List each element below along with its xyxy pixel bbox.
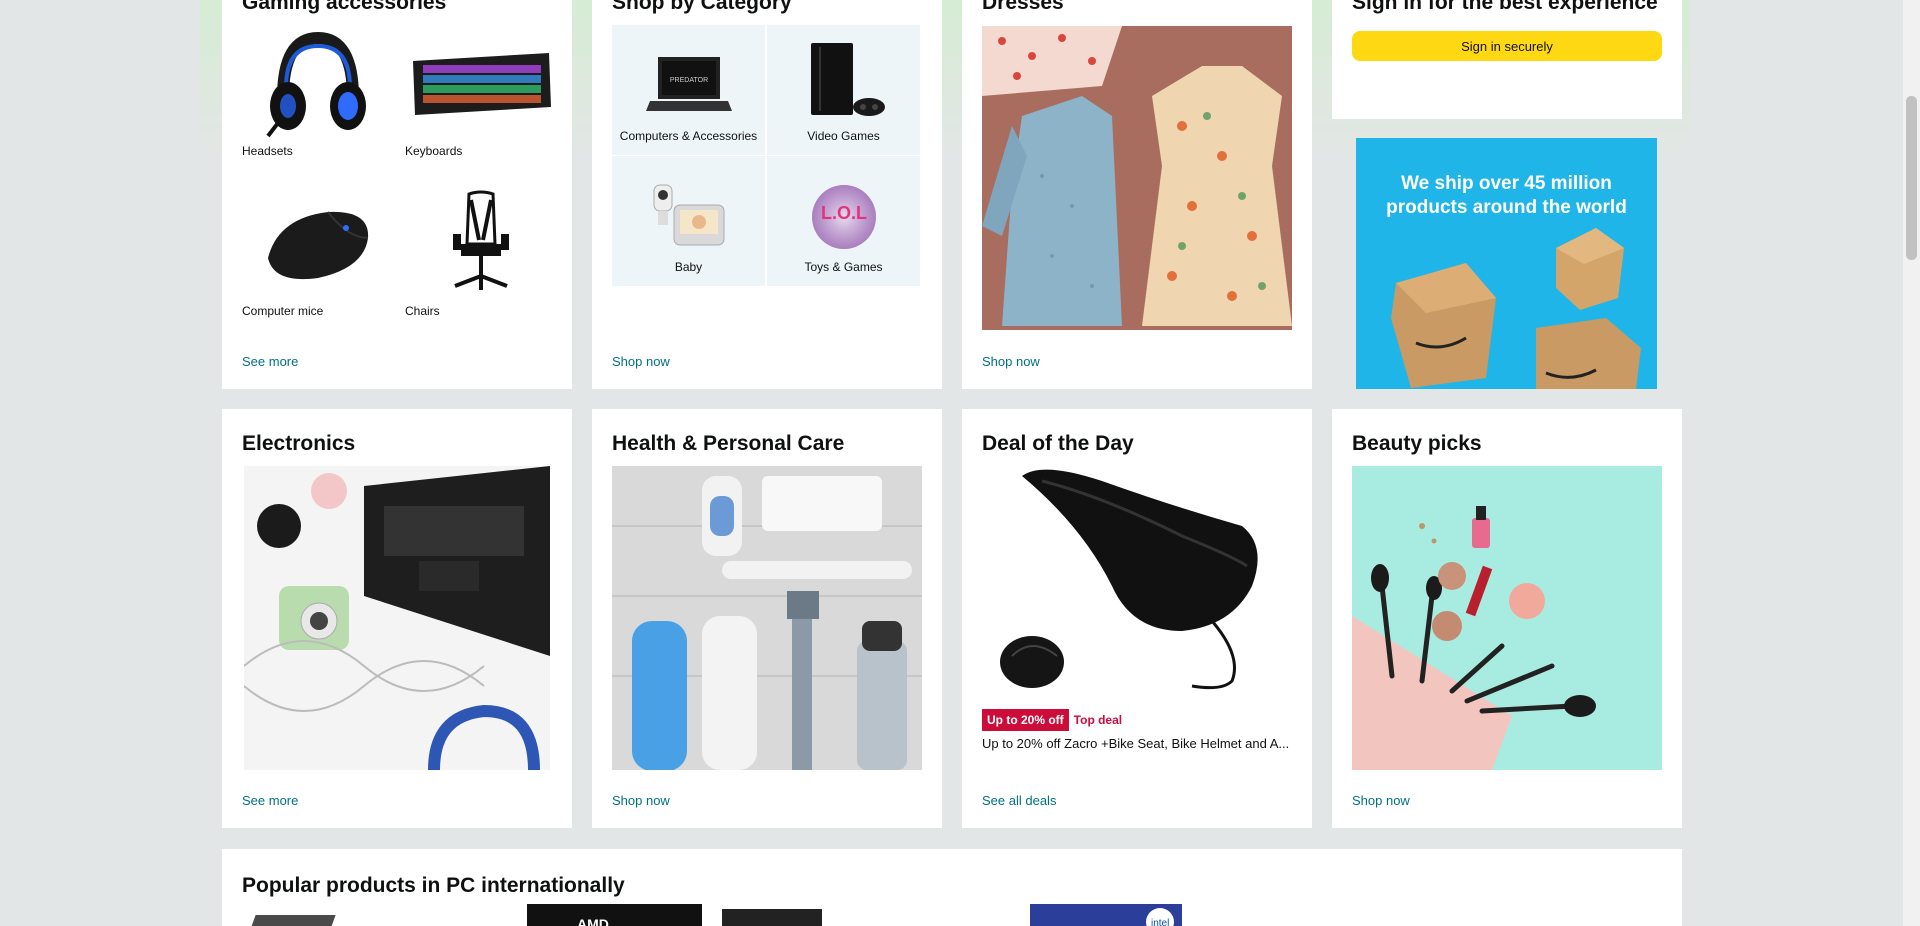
discount-badge: Up to 20% off	[982, 709, 1069, 731]
see-more-link[interactable]: See more	[242, 354, 298, 369]
shop-by-category-card: Shop by Category PREDATOR Computers & Ac…	[592, 0, 942, 389]
category-label: Baby	[674, 260, 703, 274]
computer-mouse-image	[242, 185, 394, 300]
category-label: Video Games	[807, 129, 880, 143]
bike-seat-image[interactable]	[982, 466, 1292, 702]
svg-text:L.O.L: L.O.L	[821, 203, 867, 223]
product-thumbnail[interactable]	[248, 915, 336, 926]
scrollbar-thumb[interactable]	[1906, 96, 1917, 260]
shop-now-link[interactable]: Shop now	[1352, 793, 1410, 808]
quad-item-headsets[interactable]: Headsets	[242, 25, 394, 158]
category-video-games[interactable]: Video Games	[767, 25, 920, 155]
top-deal-label: Top deal	[1073, 713, 1123, 727]
shop-now-link[interactable]: Shop now	[612, 793, 670, 808]
quad-label: Chairs	[405, 304, 440, 318]
svg-text:AMD: AMD	[577, 916, 609, 926]
dresses-image[interactable]	[982, 26, 1292, 330]
product-thumbnail[interactable]	[722, 909, 822, 926]
deal-of-the-day-card: Deal of the Day Up to 20% off Top deal Up…	[962, 409, 1312, 828]
sign-in-card: Sign in for the best experience Sign in …	[1332, 0, 1682, 119]
baby-monitor-image	[653, 184, 724, 246]
quad-item-chairs[interactable]: Chairs	[405, 185, 557, 318]
card-title: Beauty picks	[1352, 432, 1482, 455]
quad-label: Headsets	[242, 144, 293, 158]
electronics-image[interactable]	[244, 466, 550, 770]
category-computers-accessories[interactable]: PREDATOR Computers & Accessories	[612, 25, 765, 155]
category-toys-games[interactable]: L.O.L Toys & Games	[767, 156, 920, 286]
quad-item-keyboards[interactable]: Keyboards	[405, 25, 557, 158]
svg-text:PREDATOR: PREDATOR	[669, 77, 707, 84]
category-label: Toys & Games	[804, 260, 883, 274]
quad-label: Keyboards	[405, 144, 463, 158]
popular-products-card: Popular products in PC internationally A…	[222, 849, 1682, 926]
health-care-image[interactable]	[612, 466, 922, 770]
see-all-deals-link[interactable]: See all deals	[982, 793, 1056, 808]
laptop-image: PREDATOR	[645, 57, 732, 111]
quad-label: Computer mice	[242, 304, 324, 318]
deal-badges: Up to 20% off Top deal	[982, 709, 1122, 731]
card-title: Sign in for the best experience	[1352, 0, 1658, 14]
page-scrollbar[interactable]	[1903, 0, 1920, 926]
quad-item-computer-mice[interactable]: Computer mice	[242, 185, 394, 318]
dresses-card: Dresses Shop now	[962, 0, 1312, 389]
keyboard-image	[405, 25, 557, 140]
game-console-image	[810, 43, 885, 116]
see-more-link[interactable]: See more	[242, 793, 298, 808]
sign-in-button[interactable]: Sign in securely	[1352, 31, 1662, 61]
section-title: Popular products in PC internationally	[242, 874, 625, 897]
electronics-card: Electronics See more	[222, 409, 572, 828]
category-baby[interactable]: Baby	[612, 156, 765, 286]
card-title: Deal of the Day	[982, 432, 1134, 455]
shop-now-link[interactable]: Shop now	[982, 354, 1040, 369]
deal-description[interactable]: Up to 20% off Zacro +Bike Seat, Bike Hel…	[982, 736, 1292, 751]
toy-ball-image: L.O.L	[811, 185, 876, 249]
beauty-picks-card: Beauty picks Shop now	[1332, 409, 1682, 828]
shipping-ad-banner[interactable]: We ship over 45 million products around …	[1356, 138, 1657, 389]
card-title: Health & Personal Care	[612, 432, 845, 455]
beauty-image[interactable]	[1352, 466, 1662, 770]
card-title: Dresses	[982, 0, 1064, 14]
product-thumbnail[interactable]: AMD	[527, 904, 702, 926]
headset-image	[242, 25, 394, 140]
shop-now-link[interactable]: Shop now	[612, 354, 670, 369]
health-personal-care-card: Health & Personal Care Shop now	[592, 409, 942, 828]
svg-text:intel: intel	[1151, 918, 1169, 926]
gaming-accessories-card: Gaming accessories Headsets Keyboards Co…	[222, 0, 572, 389]
chair-image	[405, 185, 557, 300]
package-icon	[1391, 263, 1496, 388]
card-title: Shop by Category	[612, 0, 792, 14]
product-thumbnail[interactable]: intel	[1030, 904, 1182, 926]
card-title: Electronics	[242, 432, 356, 455]
category-label: Computers & Accessories	[619, 129, 758, 143]
card-title: Gaming accessories	[242, 0, 447, 14]
